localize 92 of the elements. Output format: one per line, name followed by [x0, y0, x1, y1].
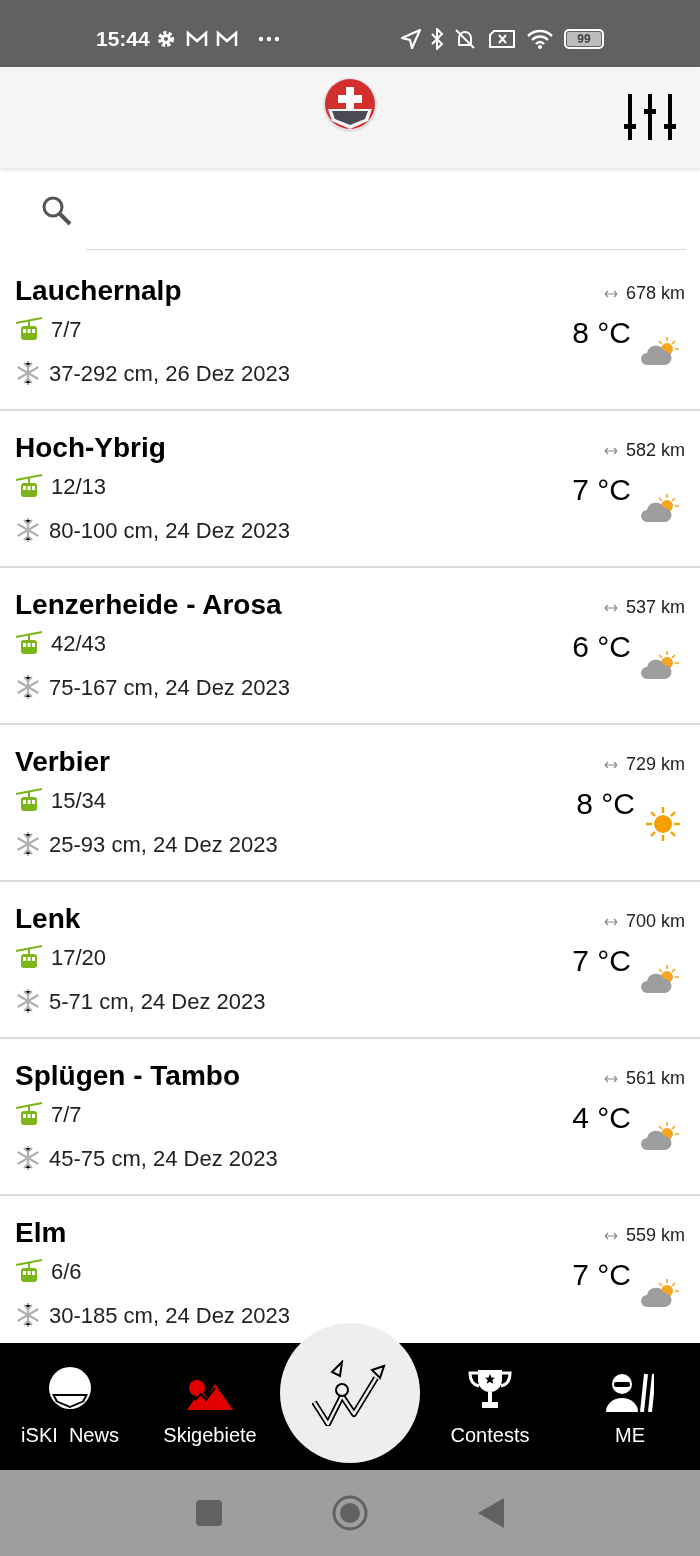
- snow-depth: 5-71 cm, 24 Dez 2023: [49, 987, 266, 1016]
- location-icon: [400, 27, 422, 50]
- snowflake-icon: [15, 1145, 41, 1171]
- temperature: 8 °C: [572, 315, 631, 351]
- more-icon: [257, 35, 280, 42]
- zigzag-arrows-icon: [312, 1360, 388, 1426]
- resort-row[interactable]: Lenk 17/20 5-71 cm, 24 Dez 2023 700 km 7 °C: [0, 882, 700, 1039]
- distance-arrow-icon: [603, 603, 618, 612]
- sun-icon: [645, 806, 681, 842]
- back-button[interactable]: [478, 1498, 504, 1528]
- gondola-icon: [15, 474, 43, 498]
- gondola-icon: [15, 317, 43, 341]
- helmet-logo-icon: [322, 77, 378, 133]
- mail-icon: [185, 29, 208, 48]
- cloud-sun-icon: [641, 649, 681, 681]
- lifts-open: 7/7: [51, 315, 82, 344]
- distance: 582 km: [625, 439, 685, 462]
- distance-arrow-icon: [603, 446, 618, 455]
- distance-arrow-icon: [603, 289, 618, 298]
- temperature: 7 °C: [572, 472, 631, 508]
- resort-name: Lauchernalp: [15, 274, 183, 308]
- snow-depth: 30-185 cm, 24 Dez 2023: [49, 1301, 290, 1330]
- cloud-sun-icon: [641, 1120, 681, 1152]
- resort-name: Splügen - Tambo: [15, 1059, 242, 1093]
- temperature: 4 °C: [572, 1100, 631, 1136]
- distance: 678 km: [625, 282, 685, 305]
- wifi-icon: [526, 27, 554, 50]
- resort-row[interactable]: Verbier 15/34 25-93 cm, 24 Dez 2023 729 km 8 °C: [0, 725, 700, 882]
- resort-row[interactable]: Hoch-Ybrig 12/13 80-100 cm, 24 Dez 2023 582 km 7 °C: [0, 411, 700, 568]
- distance: 559 km: [625, 1224, 685, 1247]
- snow-depth: 37-292 cm, 26 Dez 2023: [49, 359, 290, 388]
- lifts-open: 6/6: [51, 1257, 82, 1286]
- resort-name: Elm: [15, 1216, 68, 1250]
- skier-icon: [606, 1372, 654, 1412]
- distance-arrow-icon: [603, 760, 618, 769]
- gondola-icon: [15, 788, 43, 812]
- helmet-icon: [47, 1366, 93, 1412]
- cloud-sun-icon: [641, 335, 681, 367]
- mail-icon: [215, 29, 238, 48]
- filter-sliders-icon[interactable]: [624, 94, 676, 140]
- resort-name: Lenzerheide - Arosa: [15, 588, 283, 622]
- lifts-open: 42/43: [51, 629, 107, 658]
- cloud-sun-icon: [641, 1277, 681, 1309]
- resort-row[interactable]: Splügen - Tambo 7/7 45-75 cm, 24 Dez 2023 561 km 4 °C: [0, 1039, 700, 1196]
- recents-button[interactable]: [196, 1500, 222, 1526]
- clock-time: 15:44: [96, 25, 150, 52]
- distance: 561 km: [625, 1067, 685, 1090]
- nav-tab[interactable]: ME: [560, 1343, 700, 1470]
- snowflake-icon: [15, 988, 41, 1014]
- resort-name: Hoch-Ybrig: [15, 431, 167, 465]
- gondola-icon: [15, 1102, 43, 1126]
- battery-indicator: 99: [564, 28, 604, 49]
- temperature: 6 °C: [572, 629, 631, 665]
- snowflake-icon: [15, 517, 41, 543]
- snowflake-icon: [15, 1302, 41, 1328]
- cloud-sun-icon: [641, 963, 681, 995]
- resort-row[interactable]: Lenzerheide - Arosa 42/43 75-167 cm, 24 Dez 2023 537 km 6 °C: [0, 568, 700, 725]
- nav-tab[interactable]: iSKI News: [0, 1343, 140, 1470]
- gondola-icon: [15, 631, 43, 655]
- lifts-open: 17/20: [51, 943, 107, 972]
- temperature: 7 °C: [572, 943, 631, 979]
- snow-depth: 80-100 cm, 24 Dez 2023: [49, 516, 290, 545]
- distance: 537 km: [625, 596, 685, 619]
- gondola-icon: [15, 945, 43, 969]
- lifts-open: 7/7: [51, 1100, 82, 1129]
- home-button[interactable]: [332, 1495, 368, 1531]
- snowflake-icon: [15, 360, 41, 386]
- snow-depth: 45-75 cm, 24 Dez 2023: [49, 1144, 278, 1173]
- temperature: 7 °C: [572, 1257, 631, 1293]
- resort-name: Lenk: [15, 902, 82, 936]
- nav-tab[interactable]: Skigebiete: [140, 1343, 280, 1470]
- distance-arrow-icon: [603, 1231, 618, 1240]
- gondola-icon: [15, 1259, 43, 1283]
- search-icon: [40, 194, 74, 228]
- sim-icon: [488, 27, 516, 50]
- nav-tab[interactable]: Contests: [420, 1343, 560, 1470]
- bluetooth-icon: [430, 27, 444, 50]
- distance-arrow-icon: [603, 1074, 618, 1083]
- distance-arrow-icon: [603, 917, 618, 926]
- lifts-open: 15/34: [51, 786, 107, 815]
- snowflake-icon: [15, 674, 41, 700]
- temperature: 8 °C: [576, 786, 635, 822]
- resort-name: Verbier: [15, 745, 111, 779]
- resort-row[interactable]: Lauchernalp 7/7 37-292 cm, 26 Dez 2023 678 km 8 °C: [0, 254, 700, 411]
- snowflake-icon: [15, 831, 41, 857]
- distance: 700 km: [625, 910, 685, 933]
- distance: 729 km: [625, 753, 685, 776]
- snow-depth: 25-93 cm, 24 Dez 2023: [49, 830, 278, 859]
- cloud-sun-icon: [641, 492, 681, 524]
- lifts-open: 12/13: [51, 472, 107, 501]
- gear-icon: [155, 28, 176, 49]
- snow-depth: 75-167 cm, 24 Dez 2023: [49, 673, 290, 702]
